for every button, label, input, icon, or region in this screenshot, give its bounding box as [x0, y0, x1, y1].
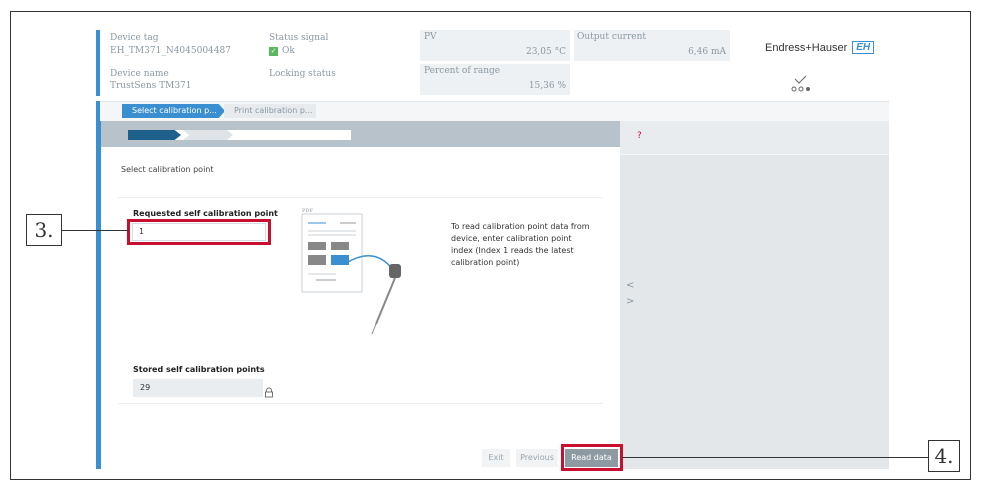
- pdf-label: PDF: [302, 208, 313, 214]
- requested-label: Requested self calibration point: [133, 209, 278, 218]
- tab-print-calibration[interactable]: Print calibration p...: [224, 104, 316, 118]
- callout-4-leader: [622, 457, 928, 458]
- lock-icon: [264, 383, 274, 398]
- ok-check-icon: ✓: [269, 46, 278, 56]
- progress-step-1: [128, 130, 181, 140]
- brand-name: Endress+Hauser: [765, 41, 848, 54]
- step-divider-top: [118, 197, 603, 198]
- requested-input[interactable]: 1: [132, 223, 266, 241]
- progress-step-2: [183, 130, 233, 140]
- output-current-value: 6,46 mA: [688, 47, 726, 57]
- help-question-icon[interactable]: ?: [637, 131, 642, 141]
- help-panel: [620, 121, 889, 469]
- help-panel-header: [620, 121, 889, 155]
- previous-button[interactable]: Previous: [516, 449, 558, 467]
- step-title: Select calibration point: [121, 165, 214, 174]
- output-current-label: Output current: [577, 32, 647, 42]
- stored-label: Stored self calibration points: [133, 365, 265, 374]
- step-divider-bottom: [118, 403, 603, 404]
- device-tag-value: EH_TM371_N4045004487: [110, 46, 231, 56]
- status-signal-label: Status signal: [269, 33, 329, 43]
- stored-field-value: 29: [140, 383, 151, 392]
- device-name-label: Device name: [110, 69, 169, 79]
- tab-select-calibration-label: Select calibration p...: [132, 106, 217, 115]
- tab-bar-accent: [96, 101, 100, 121]
- tab-select-calibration[interactable]: Select calibration p...: [122, 104, 225, 118]
- callout-3: 3.: [26, 214, 62, 246]
- pv-label: PV: [424, 32, 437, 42]
- locking-status-label: Locking status: [269, 69, 336, 79]
- pv-value: 23,05 °C: [525, 47, 566, 57]
- tab-print-calibration-label: Print calibration p...: [234, 106, 313, 115]
- help-next-arrow[interactable]: >: [626, 296, 634, 307]
- connection-status-icon: [790, 74, 812, 94]
- stored-field: 29: [133, 379, 263, 397]
- status-signal-value: Ok: [282, 46, 295, 56]
- exit-button[interactable]: Exit: [482, 449, 510, 467]
- content-accent-bar: [96, 121, 101, 469]
- brand-mark: EH: [852, 41, 875, 54]
- callout-4: 4.: [928, 440, 960, 472]
- status-ok: ✓ Ok: [269, 46, 295, 56]
- device-tag-label: Device tag: [110, 33, 159, 43]
- callout-3-leader: [62, 230, 129, 231]
- brand-logo: Endress+Hauser EH: [765, 41, 875, 54]
- percent-range-label: Percent of range: [424, 66, 501, 76]
- requested-input-value: 1: [139, 227, 145, 236]
- help-prev-arrow[interactable]: <: [626, 280, 634, 291]
- help-text: To read calibration point data from devi…: [451, 222, 590, 267]
- percent-range-value: 15,36 %: [528, 81, 566, 91]
- header-accent-bar: [96, 30, 100, 96]
- device-name-value: TrustSens TM371: [110, 81, 192, 91]
- pdf-illustration: [296, 206, 406, 356]
- read-data-button[interactable]: Read data: [565, 449, 618, 467]
